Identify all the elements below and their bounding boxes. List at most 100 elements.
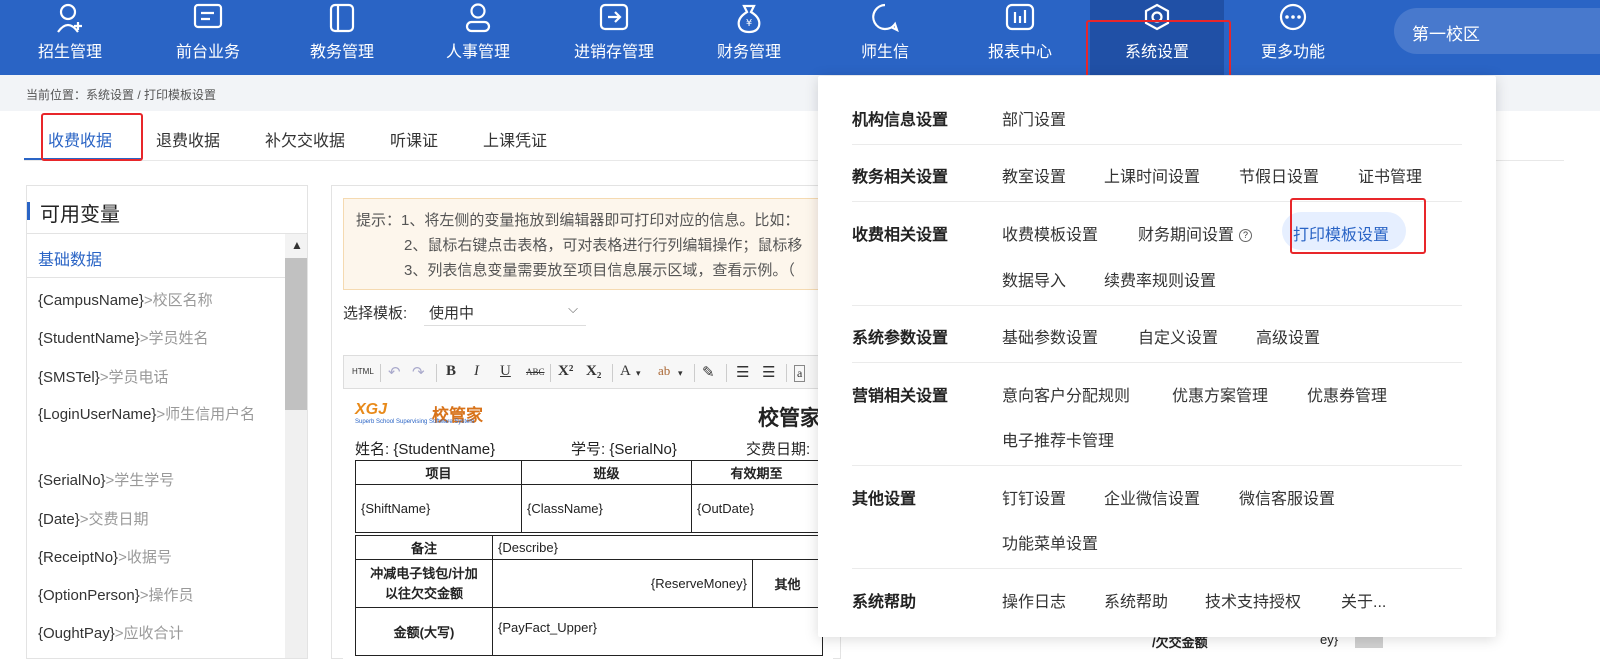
active-tab-underline bbox=[24, 158, 142, 160]
underline-button[interactable]: U bbox=[500, 363, 511, 380]
eraser-icon[interactable]: ✎ bbox=[702, 363, 715, 382]
nav-messaging[interactable]: 师生信 bbox=[835, 0, 935, 75]
logo-mark: XGJ bbox=[355, 401, 388, 418]
receipt-summary-table[interactable]: 备注 {Describe} 冲减电子钱包/计加 以往欠交金额 {ReserveMo… bbox=[355, 535, 823, 656]
editor-toolbar: HTML ↶ ↷ B I U ABC X² X₂ A ▾ ab ▾ ✎ ☰ ☰ … bbox=[343, 355, 833, 389]
menu-item-referral-cards[interactable]: 电子推荐卡管理 bbox=[1002, 427, 1114, 451]
menu-item-discount-plans[interactable]: 优惠方案管理 bbox=[1172, 382, 1268, 406]
menu-item-renewal-rules[interactable]: 续费率规则设置 bbox=[1104, 267, 1216, 291]
variable-item[interactable]: {ReceiptNo}>收据号 bbox=[38, 546, 278, 569]
menu-item-lead-assignment[interactable]: 意向客户分配规则 bbox=[1002, 382, 1130, 406]
nav-report-center[interactable]: 报表中心 bbox=[970, 0, 1070, 75]
menu-item-wecom[interactable]: 企业微信设置 bbox=[1104, 485, 1200, 509]
variable-desc: >操作员 bbox=[139, 587, 194, 604]
superscript-button[interactable]: X² bbox=[558, 363, 573, 380]
variable-item[interactable]: {Date}>交费日期 bbox=[38, 508, 278, 531]
nav-academic[interactable]: 教务管理 bbox=[292, 0, 392, 75]
table-cell: {OutDate} bbox=[691, 484, 822, 533]
tip-line: 提示：1、将左侧的变量拖放到编辑器即可打印对应的信息。比如： bbox=[356, 212, 800, 229]
tab-arrears-receipt[interactable]: 补欠交收据 bbox=[265, 127, 345, 151]
menu-item-tech-support[interactable]: 技术支持授权 bbox=[1205, 588, 1301, 612]
nav-inventory[interactable]: 进销存管理 bbox=[562, 0, 666, 75]
nav-front-desk[interactable]: 前台业务 bbox=[158, 0, 258, 75]
menu-item-about[interactable]: 关于... bbox=[1341, 588, 1386, 612]
offset-label-line: 冲减电子钱包/计加 bbox=[370, 565, 478, 581]
menu-item-certificates[interactable]: 证书管理 bbox=[1358, 163, 1422, 187]
menu-divider bbox=[852, 568, 1462, 569]
menu-item-wechat-service[interactable]: 微信客服设置 bbox=[1239, 485, 1335, 509]
menu-item-data-import[interactable]: 数据导入 bbox=[1002, 267, 1066, 291]
variable-desc: >学员电话 bbox=[99, 369, 169, 386]
nav-label: 财务管理 bbox=[716, 44, 781, 61]
variable-desc: >应收合计 bbox=[114, 625, 184, 642]
receipt-item-table[interactable]: 项目 班级 有效期至 {ShiftName} {ClassName} {OutD… bbox=[355, 460, 822, 533]
menu-item-finance-period[interactable]: 财务期间设置? bbox=[1138, 221, 1253, 245]
nav-hr[interactable]: 人事管理 bbox=[428, 0, 528, 75]
undo-icon[interactable]: ↶ bbox=[388, 363, 401, 382]
menu-item-advanced-settings[interactable]: 高级设置 bbox=[1256, 324, 1320, 348]
template-select[interactable]: 使用中 ⌵ bbox=[424, 296, 586, 326]
table-cell: {Describe} bbox=[492, 535, 823, 560]
svg-text:¥: ¥ bbox=[746, 18, 752, 29]
table-cell: 其他 bbox=[752, 559, 823, 608]
variable-item[interactable]: {CampusName}>校区名称 bbox=[38, 289, 278, 312]
category-marketing: 营销相关设置 bbox=[852, 388, 949, 405]
tab-lesson-pass[interactable]: 听课证 bbox=[390, 127, 438, 151]
menu-item-custom-settings[interactable]: 自定义设置 bbox=[1138, 324, 1218, 348]
category-system-params: 系统参数设置 bbox=[852, 330, 949, 347]
variable-item[interactable]: {LoginUserName}>师生信用户名 bbox=[38, 403, 278, 426]
scroll-up-icon[interactable]: ▲ bbox=[285, 234, 307, 258]
html-source-button[interactable]: HTML bbox=[352, 367, 374, 376]
menu-item-system-help[interactable]: 系统帮助 bbox=[1104, 588, 1168, 612]
monitor-icon bbox=[193, 3, 223, 29]
variable-item[interactable]: {SMSTel}>学员电话 bbox=[38, 366, 278, 389]
variable-item[interactable]: {OughtPay}>应收合计 bbox=[38, 622, 278, 645]
caret-down-icon[interactable]: ▾ bbox=[636, 368, 641, 379]
table-cell: 金额(大写) bbox=[355, 607, 493, 656]
menu-item-classroom[interactable]: 教室设置 bbox=[1002, 163, 1066, 187]
highlight-color-button[interactable]: ab bbox=[658, 363, 670, 379]
scrollbar-thumb[interactable] bbox=[285, 258, 307, 410]
user-add-icon bbox=[57, 3, 82, 33]
text-frame-icon[interactable]: a bbox=[794, 365, 806, 382]
campus-selector[interactable]: 第一校区 bbox=[1394, 8, 1600, 54]
redo-icon[interactable]: ↷ bbox=[412, 363, 425, 382]
variable-key: {CampusName} bbox=[38, 292, 144, 309]
menu-item-label: 财务期间设置 bbox=[1138, 227, 1235, 244]
tab-payment-receipt[interactable]: 收费收据 bbox=[48, 127, 112, 151]
nav-recruitment[interactable]: 招生管理 bbox=[20, 0, 120, 75]
nav-more-functions[interactable]: 更多功能 bbox=[1243, 0, 1343, 75]
menu-item-print-template[interactable]: 打印模板设置 bbox=[1293, 221, 1389, 245]
caret-down-icon[interactable]: ▾ bbox=[678, 368, 683, 379]
menu-item-basic-params[interactable]: 基础参数设置 bbox=[1002, 324, 1098, 348]
tab-class-voucher[interactable]: 上课凭证 bbox=[483, 127, 547, 151]
menu-item-operation-log[interactable]: 操作日志 bbox=[1002, 588, 1066, 612]
menu-item-class-time[interactable]: 上课时间设置 bbox=[1104, 163, 1200, 187]
variable-item[interactable]: {StudentName}>学员姓名 bbox=[38, 327, 278, 350]
nav-system-settings[interactable]: 系统设置 bbox=[1090, 0, 1224, 75]
menu-item-function-menu[interactable]: 功能菜单设置 bbox=[1002, 530, 1098, 554]
nav-finance[interactable]: ¥ 财务管理 bbox=[699, 0, 799, 75]
unordered-list-icon[interactable]: ☰ bbox=[762, 363, 775, 382]
tab-refund-receipt[interactable]: 退费收据 bbox=[156, 127, 220, 151]
italic-button[interactable]: I bbox=[474, 363, 479, 380]
offset-label-line: 以往欠交金额 bbox=[384, 585, 463, 601]
menu-item-fee-template[interactable]: 收费模板设置 bbox=[1002, 221, 1098, 245]
variable-desc: >学员姓名 bbox=[139, 330, 209, 347]
strikethrough-button[interactable]: ABC bbox=[526, 367, 545, 377]
variables-section-basic[interactable]: 基础数据 bbox=[27, 234, 285, 278]
variable-item[interactable]: {SerialNo}>学生学号 bbox=[38, 469, 278, 492]
nav-label: 进销存管理 bbox=[573, 44, 654, 61]
menu-item-dingtalk[interactable]: 钉钉设置 bbox=[1002, 485, 1066, 509]
variable-item[interactable]: {OptionPerson}>操作员 bbox=[38, 584, 278, 607]
font-color-button[interactable]: A bbox=[620, 363, 631, 380]
menu-item-holidays[interactable]: 节假日设置 bbox=[1239, 163, 1319, 187]
menu-item-coupons[interactable]: 优惠券管理 bbox=[1307, 382, 1387, 406]
bold-button[interactable]: B bbox=[446, 363, 456, 380]
subscript-button[interactable]: X₂ bbox=[586, 363, 601, 380]
variable-key: {Date} bbox=[38, 511, 80, 528]
menu-item-department[interactable]: 部门设置 bbox=[1002, 106, 1066, 130]
help-circle-icon[interactable]: ? bbox=[1239, 229, 1253, 242]
toolbar-separator bbox=[612, 364, 613, 382]
ordered-list-icon[interactable]: ☰ bbox=[736, 363, 749, 382]
